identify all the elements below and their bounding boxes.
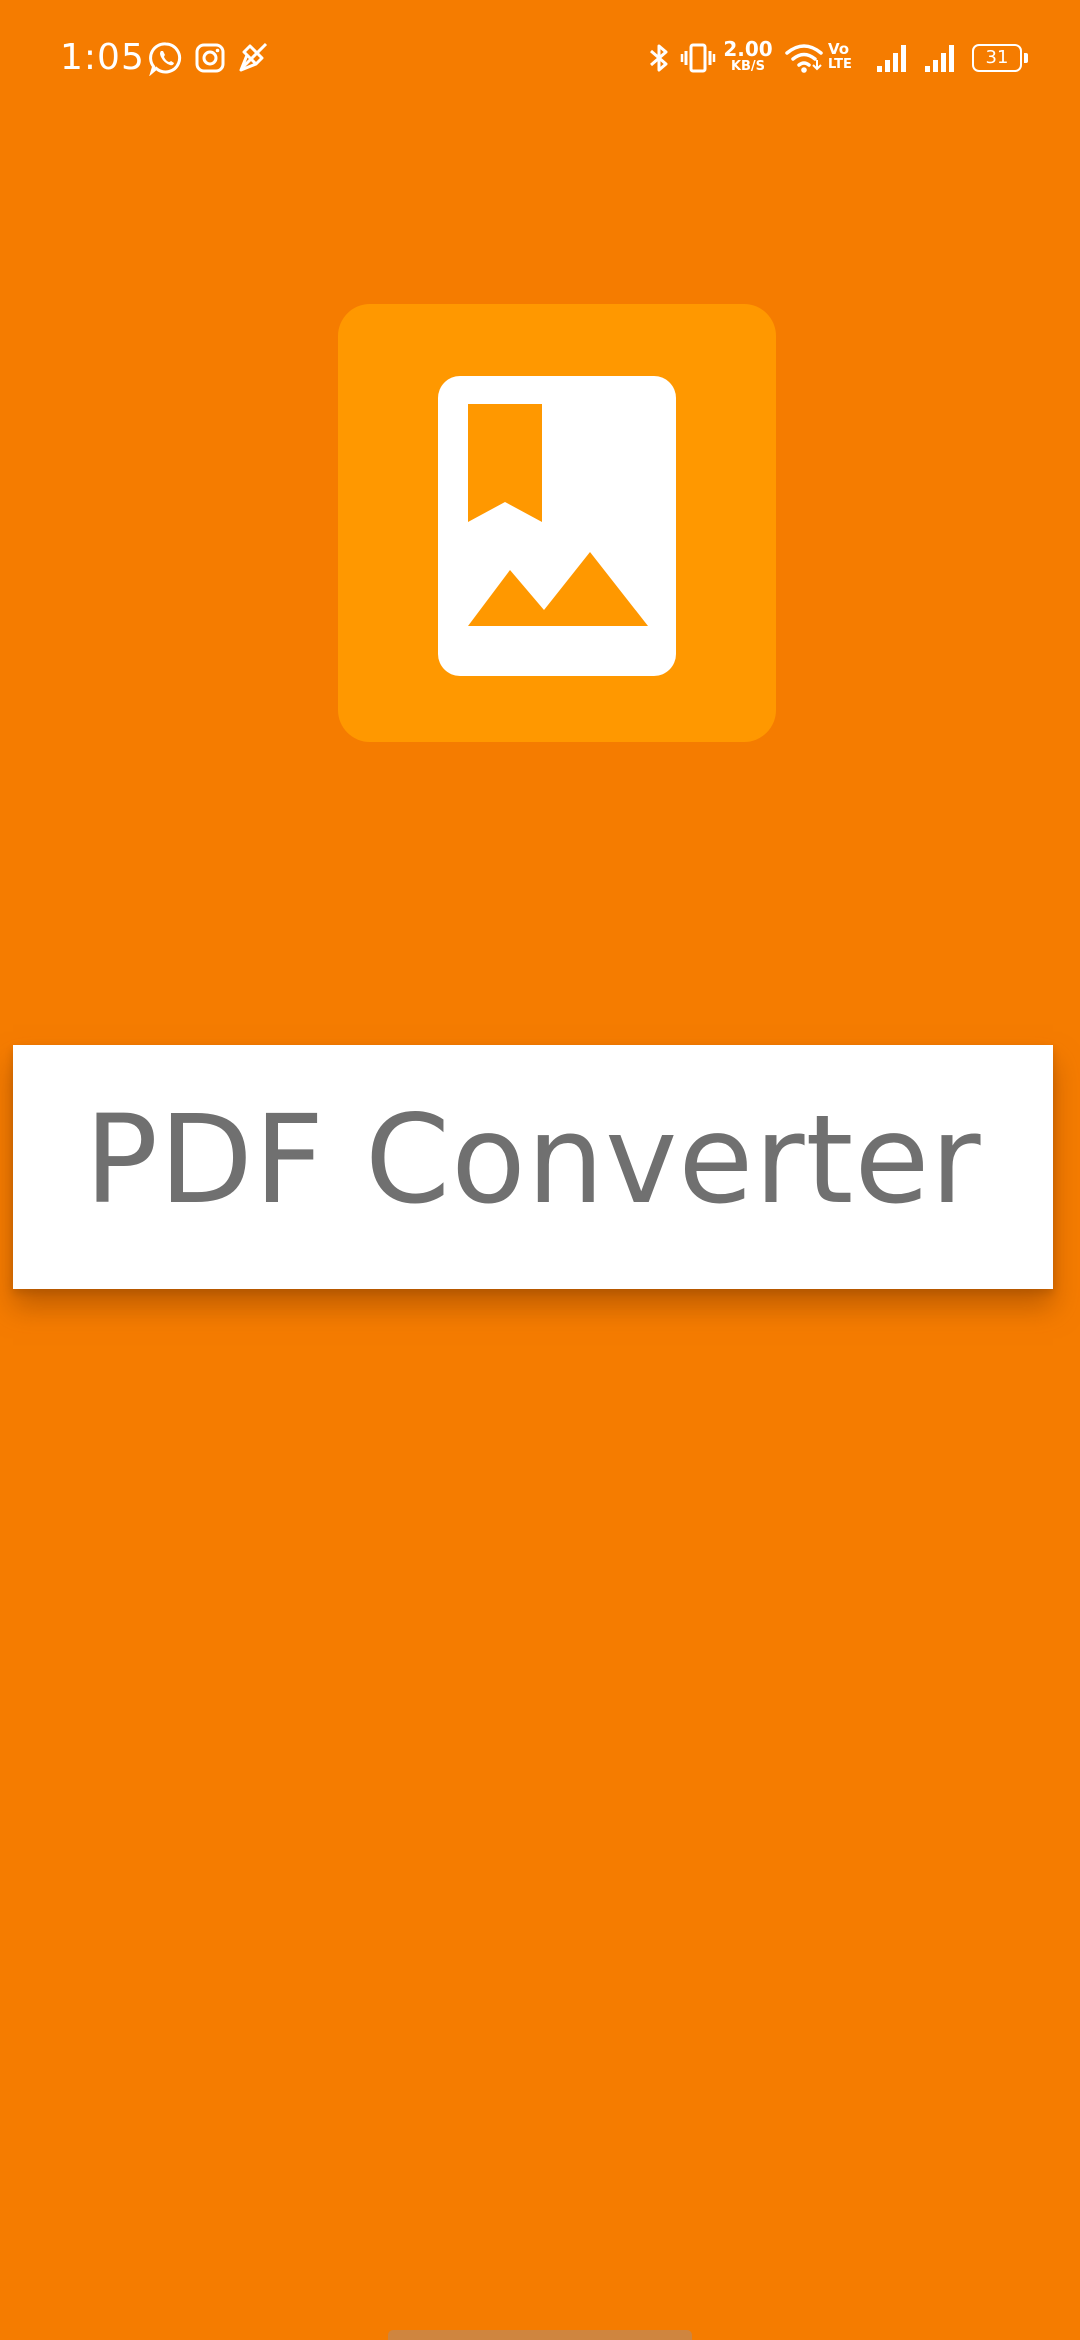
volte-indicator: Vo LTE <box>828 40 866 73</box>
whatsapp-icon <box>148 40 184 76</box>
battery-icon: 31 <box>972 44 1028 72</box>
volte-top-label: Vo <box>828 40 850 58</box>
instagram-icon <box>192 40 228 76</box>
mute-mic-icon <box>236 40 272 76</box>
signal-icon <box>922 40 958 76</box>
network-speed-unit: KB/S <box>730 59 766 74</box>
gesture-bar[interactable] <box>388 2330 692 2340</box>
app-logo <box>338 304 776 742</box>
bluetooth-icon <box>644 40 674 76</box>
status-bar: 1:05 2.00 KB/S Vo LTE 31 <box>0 0 1080 116</box>
signal-icon <box>874 40 910 76</box>
wifi-icon <box>784 40 824 76</box>
battery-level: 31 <box>985 47 1009 68</box>
network-speed-value: 2.00 <box>723 37 773 61</box>
network-speed: 2.00 KB/S <box>722 38 774 74</box>
volte-bottom-label: LTE <box>828 57 852 72</box>
pdf-image-document-icon <box>438 376 676 676</box>
vibrate-icon <box>680 40 716 76</box>
title-card: PDF Converter <box>13 1045 1053 1289</box>
status-time: 1:05 <box>60 37 145 78</box>
app-title: PDF Converter <box>84 1089 982 1231</box>
